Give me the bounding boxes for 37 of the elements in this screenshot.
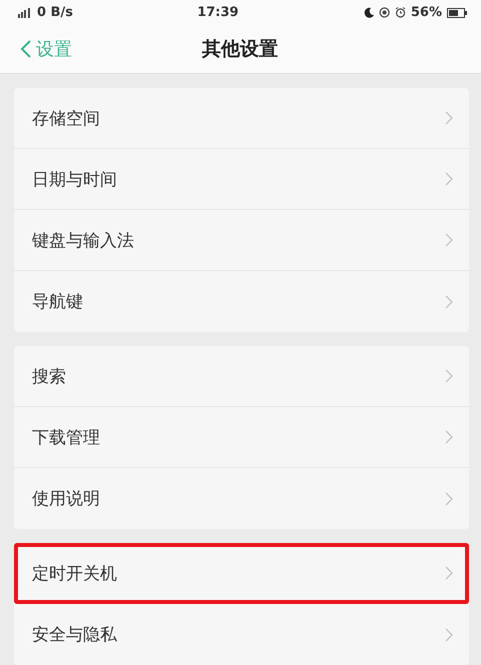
signal-icon xyxy=(18,8,32,18)
status-time: 17:39 xyxy=(197,5,239,20)
chevron-icon xyxy=(445,492,453,506)
back-icon xyxy=(20,39,32,60)
settings-item[interactable]: 使用说明 xyxy=(14,468,469,529)
chevron-icon xyxy=(445,233,453,247)
chevron-icon xyxy=(445,566,453,580)
settings-item[interactable]: 存储空间 xyxy=(14,88,469,149)
settings-item[interactable]: 定时开关机 xyxy=(14,543,469,604)
settings-item[interactable]: 下载管理 xyxy=(14,407,469,468)
settings-item[interactable]: 导航键 xyxy=(14,271,469,332)
item-label: 使用说明 xyxy=(32,488,100,510)
battery-icon xyxy=(446,8,467,18)
item-label: 键盘与输入法 xyxy=(32,230,134,252)
settings-item[interactable]: 安全与隐私 xyxy=(14,604,469,665)
chevron-icon xyxy=(445,111,453,125)
battery-percent: 56% xyxy=(410,5,442,20)
moon-icon xyxy=(362,7,374,18)
item-label: 定时开关机 xyxy=(32,562,117,584)
chevron-icon xyxy=(445,172,453,186)
item-label: 导航键 xyxy=(32,291,83,313)
location-icon xyxy=(378,7,390,18)
chevron-icon xyxy=(445,369,453,383)
network-speed: 0 B/s xyxy=(37,5,73,20)
page-title: 其他设置 xyxy=(201,37,279,62)
chevron-icon xyxy=(445,294,453,308)
item-label: 安全与隐私 xyxy=(32,624,117,646)
item-label: 存储空间 xyxy=(32,108,100,130)
alarm-icon xyxy=(394,7,406,18)
settings-item[interactable]: 键盘与输入法 xyxy=(14,210,469,271)
settings-item[interactable]: 搜索 xyxy=(14,346,469,407)
item-label: 日期与时间 xyxy=(32,168,117,190)
chevron-icon xyxy=(445,628,453,642)
settings-item[interactable]: 日期与时间 xyxy=(14,149,469,210)
item-label: 下载管理 xyxy=(32,426,100,448)
item-label: 搜索 xyxy=(32,366,66,388)
chevron-icon xyxy=(445,430,453,444)
